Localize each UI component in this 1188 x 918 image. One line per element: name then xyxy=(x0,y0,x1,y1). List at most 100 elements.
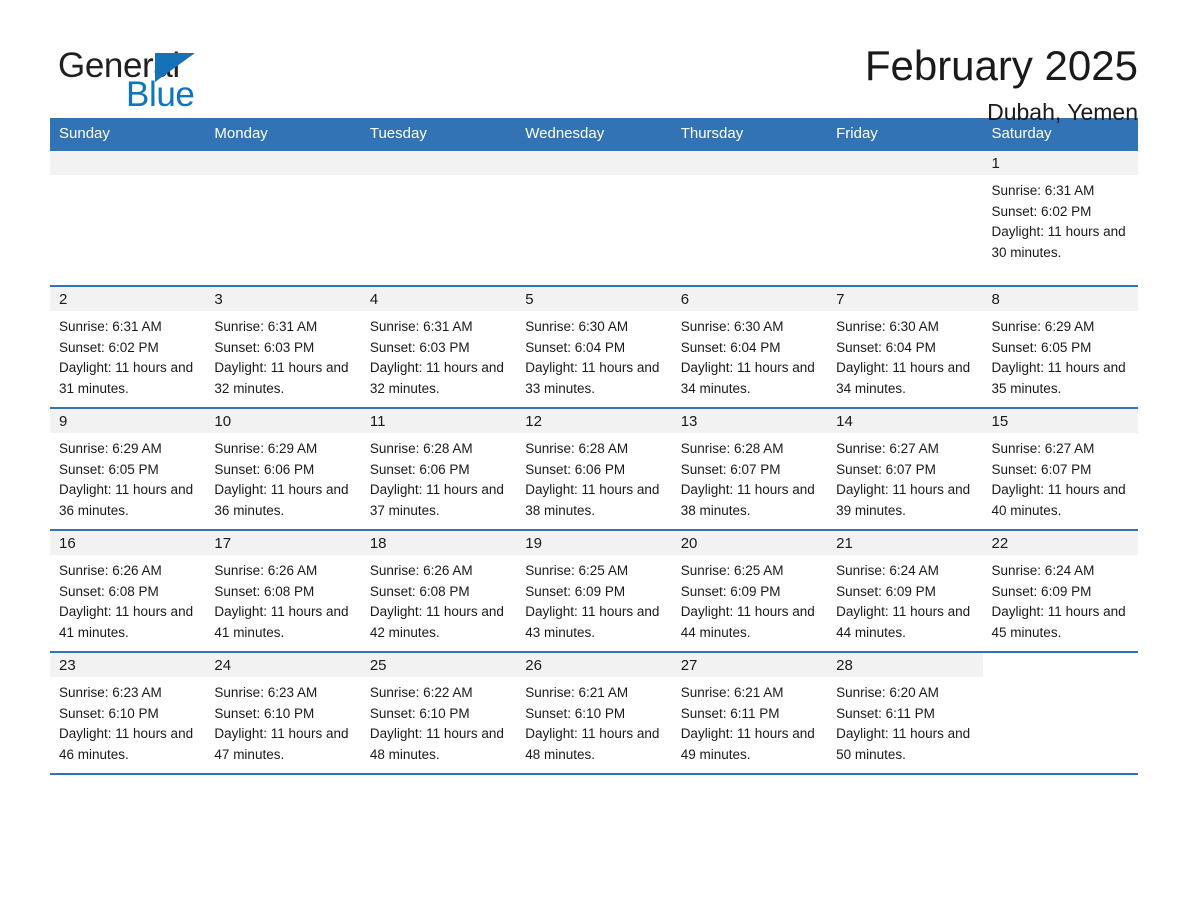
calendar-day-cell[interactable]: 2 Sunrise: 6:31 AM Sunset: 6:02 PM Daylight… xyxy=(50,285,206,408)
calendar-day-cell[interactable]: 11 Sunrise: 6:28 AM Sunset: 6:06 PM Dayligh… xyxy=(360,407,517,530)
sunrise-text: Sunrise: 6:25 AM xyxy=(680,563,784,578)
sunrise-text: Sunrise: 6:25 AM xyxy=(525,563,629,578)
day-sun-info: Sunrise: 6:31 AM Sunset: 6:03 PM Daylight:… xyxy=(361,311,516,399)
sunset-text: Sunset: 6:06 PM xyxy=(525,461,626,477)
calendar-day-cell[interactable]: 10 Sunrise: 6:29 AM Sunset: 6:06 PM Dayligh… xyxy=(205,407,361,530)
calendar-day-cell[interactable]: 14 Sunrise: 6:27 AM Sunset: 6:07 PM Dayligh… xyxy=(827,407,983,530)
day-sun-info: Sunrise: 6:26 AM Sunset: 6:08 PM Daylight:… xyxy=(50,555,205,643)
calendar-day-cell[interactable]: 23 Sunrise: 6:23 AM Sunset: 6:10 PM Dayligh… xyxy=(50,651,206,775)
sunset-text: Sunset: 6:04 PM xyxy=(525,339,626,355)
sunrise-text: Sunrise: 6:21 AM xyxy=(680,685,784,700)
calendar-day-cell[interactable]: 13 Sunrise: 6:28 AM Sunset: 6:07 PM Dayligh… xyxy=(671,407,828,530)
calendar-day-cell[interactable]: 6 Sunrise: 6:30 AM Sunset: 6:04 PM Daylight… xyxy=(671,285,828,408)
calendar-day-cell[interactable]: 16 Sunrise: 6:26 AM Sunset: 6:08 PM Dayligh… xyxy=(50,529,206,652)
day-number: 27 xyxy=(671,653,828,677)
sunset-text: Sunset: 6:07 PM xyxy=(991,461,1092,477)
day-number: 9 xyxy=(50,409,206,433)
sunset-text: Sunset: 6:02 PM xyxy=(59,339,159,355)
calendar-day-cell[interactable]: 18 Sunrise: 6:26 AM Sunset: 6:08 PM Dayligh… xyxy=(360,529,517,652)
weekday-header-tuesday: Tuesday xyxy=(360,118,517,150)
calendar-page: General Blue February 2025 Dubah, Yemen … xyxy=(0,0,1188,918)
calendar-week-row: 1 Sunrise: 6:31 AM Sunset: 6:02 PM Daylight… xyxy=(50,149,1138,286)
daylight-text: Daylight: 11 hours and 30 minutes. xyxy=(991,224,1126,260)
sunrise-text: Sunrise: 6:28 AM xyxy=(525,441,629,456)
day-sun-info: Sunrise: 6:27 AM Sunset: 6:07 PM Daylight:… xyxy=(983,433,1138,521)
day-number: 26 xyxy=(516,653,672,677)
general-blue-logo[interactable]: General Blue xyxy=(50,44,250,118)
sunset-text: Sunset: 6:07 PM xyxy=(680,461,781,477)
calendar-day-cell[interactable]: 26 Sunrise: 6:21 AM Sunset: 6:10 PM Dayligh… xyxy=(516,651,672,775)
calendar-day-cell[interactable]: 22 Sunrise: 6:24 AM Sunset: 6:09 PM Dayligh… xyxy=(982,529,1138,652)
calendar-day-cell[interactable]: 1 Sunrise: 6:31 AM Sunset: 6:02 PM Daylight… xyxy=(982,149,1138,286)
calendar-week-row: 2 Sunrise: 6:31 AM Sunset: 6:02 PM Daylight… xyxy=(50,285,1138,408)
sunset-text: Sunset: 6:05 PM xyxy=(59,461,159,477)
day-sun-info: Sunrise: 6:20 AM Sunset: 6:11 PM Daylight:… xyxy=(827,677,982,765)
title-block: February 2025 Dubah, Yemen xyxy=(865,43,1138,126)
sunrise-text: Sunrise: 6:28 AM xyxy=(680,441,784,456)
sunrise-text: Sunrise: 6:29 AM xyxy=(991,319,1095,334)
day-number: 15 xyxy=(982,409,1138,433)
sunset-text: Sunset: 6:09 PM xyxy=(680,583,781,599)
day-sun-info: Sunrise: 6:31 AM Sunset: 6:03 PM Daylight:… xyxy=(205,311,360,399)
calendar-day-cell[interactable]: 9 Sunrise: 6:29 AM Sunset: 6:05 PM Daylight… xyxy=(50,407,206,530)
calendar-day-cell[interactable]: 25 Sunrise: 6:22 AM Sunset: 6:10 PM Dayligh… xyxy=(360,651,517,775)
calendar-day-cell[interactable]: 20 Sunrise: 6:25 AM Sunset: 6:09 PM Dayligh… xyxy=(671,529,828,652)
sunrise-text: Sunrise: 6:28 AM xyxy=(369,441,473,456)
calendar-day-cell[interactable]: 4 Sunrise: 6:31 AM Sunset: 6:03 PM Daylight… xyxy=(360,285,517,408)
daylight-text: Daylight: 11 hours and 32 minutes. xyxy=(214,360,349,396)
daylight-text: Daylight: 11 hours and 48 minutes. xyxy=(369,726,504,762)
day-number: 18 xyxy=(360,531,517,555)
calendar-day-cell[interactable]: 28 Sunrise: 6:20 AM Sunset: 6:11 PM Dayligh… xyxy=(827,651,983,775)
daylight-text: Daylight: 11 hours and 35 minutes. xyxy=(991,360,1126,396)
calendar-day-cell[interactable]: 3 Sunrise: 6:31 AM Sunset: 6:03 PM Daylight… xyxy=(205,285,361,408)
calendar-empty-cell xyxy=(671,149,828,286)
day-number: 12 xyxy=(516,409,672,433)
daylight-text: Daylight: 11 hours and 45 minutes. xyxy=(991,604,1126,640)
calendar-day-cell[interactable]: 12 Sunrise: 6:28 AM Sunset: 6:06 PM Dayligh… xyxy=(516,407,672,530)
calendar-empty-cell xyxy=(982,651,1138,775)
calendar-empty-cell xyxy=(50,149,206,286)
sunrise-text: Sunrise: 6:30 AM xyxy=(680,319,784,334)
calendar-day-cell[interactable]: 19 Sunrise: 6:25 AM Sunset: 6:09 PM Dayligh… xyxy=(516,529,672,652)
sunrise-text: Sunrise: 6:26 AM xyxy=(214,563,318,578)
day-number: 8 xyxy=(982,287,1138,311)
calendar-day-cell[interactable]: 27 Sunrise: 6:21 AM Sunset: 6:11 PM Dayligh… xyxy=(671,651,828,775)
day-sun-info: Sunrise: 6:28 AM Sunset: 6:06 PM Daylight:… xyxy=(516,433,671,521)
calendar-day-cell[interactable]: 8 Sunrise: 6:29 AM Sunset: 6:05 PM Daylight… xyxy=(982,285,1138,408)
daylight-text: Daylight: 11 hours and 38 minutes. xyxy=(680,482,815,518)
day-number xyxy=(50,151,206,175)
day-number: 7 xyxy=(827,287,983,311)
day-sun-info: Sunrise: 6:25 AM Sunset: 6:09 PM Daylight:… xyxy=(516,555,671,643)
day-number: 10 xyxy=(205,409,361,433)
day-sun-info: Sunrise: 6:23 AM Sunset: 6:10 PM Daylight:… xyxy=(50,677,205,765)
sunset-text: Sunset: 6:10 PM xyxy=(369,705,470,721)
sunrise-text: Sunrise: 6:23 AM xyxy=(59,685,162,700)
daylight-text: Daylight: 11 hours and 43 minutes. xyxy=(525,604,660,640)
calendar-day-cell[interactable]: 7 Sunrise: 6:30 AM Sunset: 6:04 PM Daylight… xyxy=(827,285,983,408)
sunset-text: Sunset: 6:11 PM xyxy=(836,705,935,721)
calendar-empty-cell xyxy=(827,149,983,286)
sunset-text: Sunset: 6:08 PM xyxy=(214,583,315,599)
day-number: 20 xyxy=(671,531,828,555)
calendar-day-cell[interactable]: 5 Sunrise: 6:30 AM Sunset: 6:04 PM Daylight… xyxy=(516,285,672,408)
sunrise-text: Sunrise: 6:22 AM xyxy=(369,685,473,700)
day-sun-info: Sunrise: 6:29 AM Sunset: 6:06 PM Daylight:… xyxy=(205,433,360,521)
day-sun-info: Sunrise: 6:27 AM Sunset: 6:07 PM Daylight:… xyxy=(827,433,982,521)
day-sun-info: Sunrise: 6:21 AM Sunset: 6:11 PM Daylight:… xyxy=(672,677,827,765)
sunset-text: Sunset: 6:09 PM xyxy=(836,583,936,599)
calendar-day-cell[interactable]: 15 Sunrise: 6:27 AM Sunset: 6:07 PM Dayligh… xyxy=(982,407,1138,530)
day-sun-info: Sunrise: 6:26 AM Sunset: 6:08 PM Daylight:… xyxy=(361,555,516,643)
sunrise-text: Sunrise: 6:26 AM xyxy=(369,563,473,578)
day-number: 19 xyxy=(516,531,672,555)
calendar-day-cell[interactable]: 24 Sunrise: 6:23 AM Sunset: 6:10 PM Dayligh… xyxy=(205,651,361,775)
calendar-day-cell[interactable]: 17 Sunrise: 6:26 AM Sunset: 6:08 PM Dayligh… xyxy=(205,529,361,652)
day-number xyxy=(516,151,672,175)
daylight-text: Daylight: 11 hours and 31 minutes. xyxy=(59,360,194,396)
daylight-text: Daylight: 11 hours and 50 minutes. xyxy=(836,726,971,762)
day-sun-info: Sunrise: 6:25 AM Sunset: 6:09 PM Daylight:… xyxy=(672,555,827,643)
calendar-day-cell[interactable]: 21 Sunrise: 6:24 AM Sunset: 6:09 PM Dayligh… xyxy=(827,529,983,652)
day-sun-info: Sunrise: 6:24 AM Sunset: 6:09 PM Daylight:… xyxy=(827,555,982,643)
day-sun-info: Sunrise: 6:30 AM Sunset: 6:04 PM Daylight:… xyxy=(672,311,827,399)
sunrise-text: Sunrise: 6:31 AM xyxy=(369,319,473,334)
day-sun-info: Sunrise: 6:26 AM Sunset: 6:08 PM Daylight:… xyxy=(205,555,360,643)
